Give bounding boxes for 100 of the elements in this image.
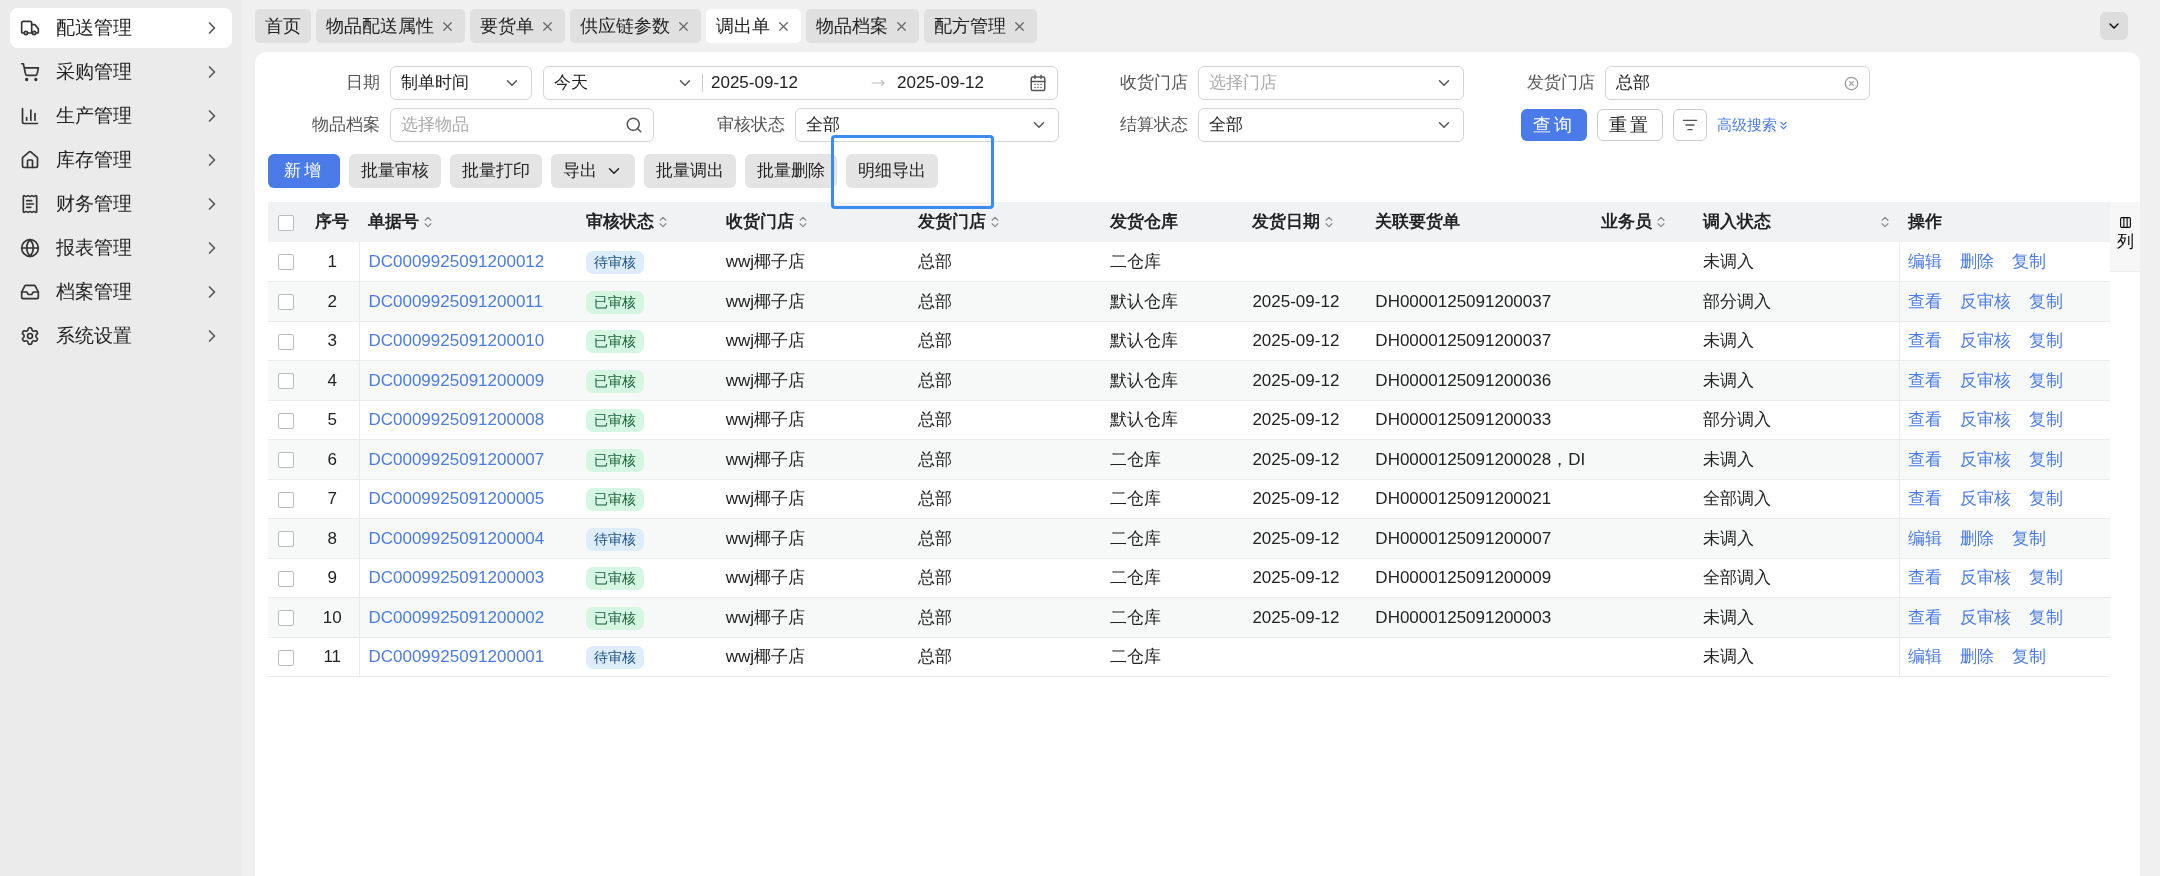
order-link[interactable]: DC0009925091200012 xyxy=(359,242,578,282)
send-store-field[interactable]: 总部 xyxy=(1605,66,1870,100)
toolbar-button[interactable]: 新增 xyxy=(268,154,340,188)
checkbox[interactable] xyxy=(278,254,295,271)
action-link[interactable]: 查看 xyxy=(1908,367,1943,393)
action-link[interactable]: 反审核 xyxy=(1960,407,2012,433)
order-link[interactable]: DC0009925091200011 xyxy=(359,281,578,321)
column-header[interactable]: 序号 xyxy=(304,202,360,242)
settle-status-select[interactable]: 全部 xyxy=(1198,108,1464,142)
clear-icon[interactable] xyxy=(1844,75,1859,91)
column-header[interactable]: 发货仓库 xyxy=(1101,202,1245,242)
action-link[interactable]: 反审核 xyxy=(1960,486,2012,512)
checkbox[interactable] xyxy=(278,491,295,508)
tab[interactable]: 物品配送属性 xyxy=(316,9,465,43)
checkbox[interactable] xyxy=(278,452,295,468)
action-link[interactable]: 查看 xyxy=(1908,407,1943,433)
action-link[interactable]: 查看 xyxy=(1908,288,1943,314)
order-link[interactable]: DC0009925091200009 xyxy=(359,360,578,400)
column-header[interactable]: 发货门店 xyxy=(909,202,1102,242)
column-header[interactable]: 关联要货单 xyxy=(1367,202,1594,242)
checkbox[interactable] xyxy=(278,294,295,310)
action-link[interactable]: 复制 xyxy=(2029,565,2064,591)
toolbar-button[interactable]: 批量删除 xyxy=(745,154,837,188)
date-type-select[interactable]: 制单时间 xyxy=(390,66,532,100)
sidebar-item[interactable]: 档案管理 xyxy=(10,272,232,312)
order-link[interactable]: DC0009925091200002 xyxy=(359,597,578,637)
sidebar-item[interactable]: 配送管理 xyxy=(10,8,232,48)
action-link[interactable]: 复制 xyxy=(2029,367,2064,393)
action-link[interactable]: 反审核 xyxy=(1960,565,2012,591)
order-link[interactable]: DC0009925091200001 xyxy=(359,637,578,677)
order-link[interactable]: DC0009925091200005 xyxy=(359,479,578,519)
column-header[interactable]: 审核状态 xyxy=(577,202,718,242)
action-link[interactable]: 复制 xyxy=(2029,407,2064,433)
checkbox[interactable] xyxy=(278,649,295,666)
sidebar-item[interactable]: 采购管理 xyxy=(10,52,232,92)
action-link[interactable]: 复制 xyxy=(2029,604,2064,630)
checkbox[interactable] xyxy=(278,610,295,626)
action-link[interactable]: 查看 xyxy=(1908,604,1943,630)
toolbar-button[interactable]: 批量调出 xyxy=(644,154,736,188)
date-range-field[interactable]: 今天 2025-09-12 2025-09-12 xyxy=(543,66,1058,100)
action-link[interactable]: 复制 xyxy=(2029,446,2064,472)
column-header[interactable]: 单据号 xyxy=(359,202,578,242)
sidebar-item[interactable]: 报表管理 xyxy=(10,228,232,268)
action-link[interactable]: 反审核 xyxy=(1960,328,2012,354)
sidebar-item[interactable]: 库存管理 xyxy=(10,140,232,180)
order-link[interactable]: DC0009925091200003 xyxy=(359,558,578,598)
column-header[interactable]: 发货日期 xyxy=(1244,202,1368,242)
reset-button[interactable]: 重置 xyxy=(1597,109,1663,141)
tab[interactable]: 首页 xyxy=(255,9,311,43)
checkbox[interactable] xyxy=(278,570,295,587)
action-link[interactable]: 复制 xyxy=(2012,525,2047,551)
checkbox[interactable] xyxy=(278,333,295,350)
action-link[interactable]: 复制 xyxy=(2029,486,2064,512)
action-link[interactable]: 删除 xyxy=(1960,525,1995,551)
action-link[interactable]: 查看 xyxy=(1908,446,1943,472)
collapse-button[interactable] xyxy=(2100,12,2128,40)
checkbox[interactable] xyxy=(278,412,295,429)
action-link[interactable]: 反审核 xyxy=(1960,604,2012,630)
column-header[interactable]: 操作 xyxy=(1900,202,2110,242)
action-link[interactable]: 删除 xyxy=(1960,248,1995,275)
tab[interactable]: 调出单 xyxy=(706,9,801,43)
action-link[interactable]: 反审核 xyxy=(1960,288,2012,314)
action-link[interactable]: 编辑 xyxy=(1908,248,1943,275)
checkbox[interactable] xyxy=(278,373,295,389)
order-link[interactable]: DC0009925091200008 xyxy=(359,400,578,440)
tab[interactable]: 物品档案 xyxy=(806,9,919,43)
action-link[interactable]: 复制 xyxy=(2012,644,2047,670)
tab[interactable]: 配方管理 xyxy=(924,9,1037,43)
filter-settings-button[interactable] xyxy=(1673,109,1707,141)
action-link[interactable]: 复制 xyxy=(2029,288,2064,314)
column-header[interactable]: 业务员 xyxy=(1593,202,1696,242)
column-header[interactable]: 收货门店 xyxy=(717,202,910,242)
toolbar-button[interactable]: 批量打印 xyxy=(450,154,542,188)
tab[interactable]: 要货单 xyxy=(470,9,565,43)
action-link[interactable]: 删除 xyxy=(1960,644,1995,670)
columns-button[interactable]: 列 xyxy=(2110,202,2140,272)
toolbar-button[interactable]: 批量审核 xyxy=(349,154,441,188)
item-search-field[interactable]: 选择物品 xyxy=(390,108,654,142)
sidebar-item[interactable]: 生产管理 xyxy=(10,96,232,136)
sidebar-item[interactable]: 系统设置 xyxy=(10,316,232,356)
action-link[interactable]: 反审核 xyxy=(1960,367,2012,393)
order-link[interactable]: DC0009925091200010 xyxy=(359,321,578,361)
checkbox[interactable] xyxy=(278,531,295,547)
receive-store-select[interactable]: 选择门店 xyxy=(1198,66,1464,100)
query-button[interactable]: 查询 xyxy=(1521,109,1587,141)
sidebar-item[interactable]: 财务管理 xyxy=(10,184,232,224)
order-link[interactable]: DC0009925091200004 xyxy=(359,518,578,558)
review-status-select[interactable]: 全部 xyxy=(795,108,1059,142)
action-link[interactable]: 查看 xyxy=(1908,486,1943,512)
action-link[interactable]: 查看 xyxy=(1908,328,1943,354)
action-link[interactable]: 反审核 xyxy=(1960,446,2012,472)
tab[interactable]: 供应链参数 xyxy=(570,9,701,43)
advanced-search-link[interactable]: 高级搜索 xyxy=(1717,113,1790,137)
toolbar-button[interactable]: 导出 xyxy=(551,154,635,188)
action-link[interactable]: 查看 xyxy=(1908,565,1943,591)
action-link[interactable]: 复制 xyxy=(2029,328,2064,354)
column-header[interactable]: 调入状态 xyxy=(1695,202,1900,242)
action-link[interactable]: 编辑 xyxy=(1908,525,1943,551)
toolbar-button[interactable]: 明细导出 xyxy=(846,154,938,188)
action-link[interactable]: 复制 xyxy=(2012,248,2047,275)
